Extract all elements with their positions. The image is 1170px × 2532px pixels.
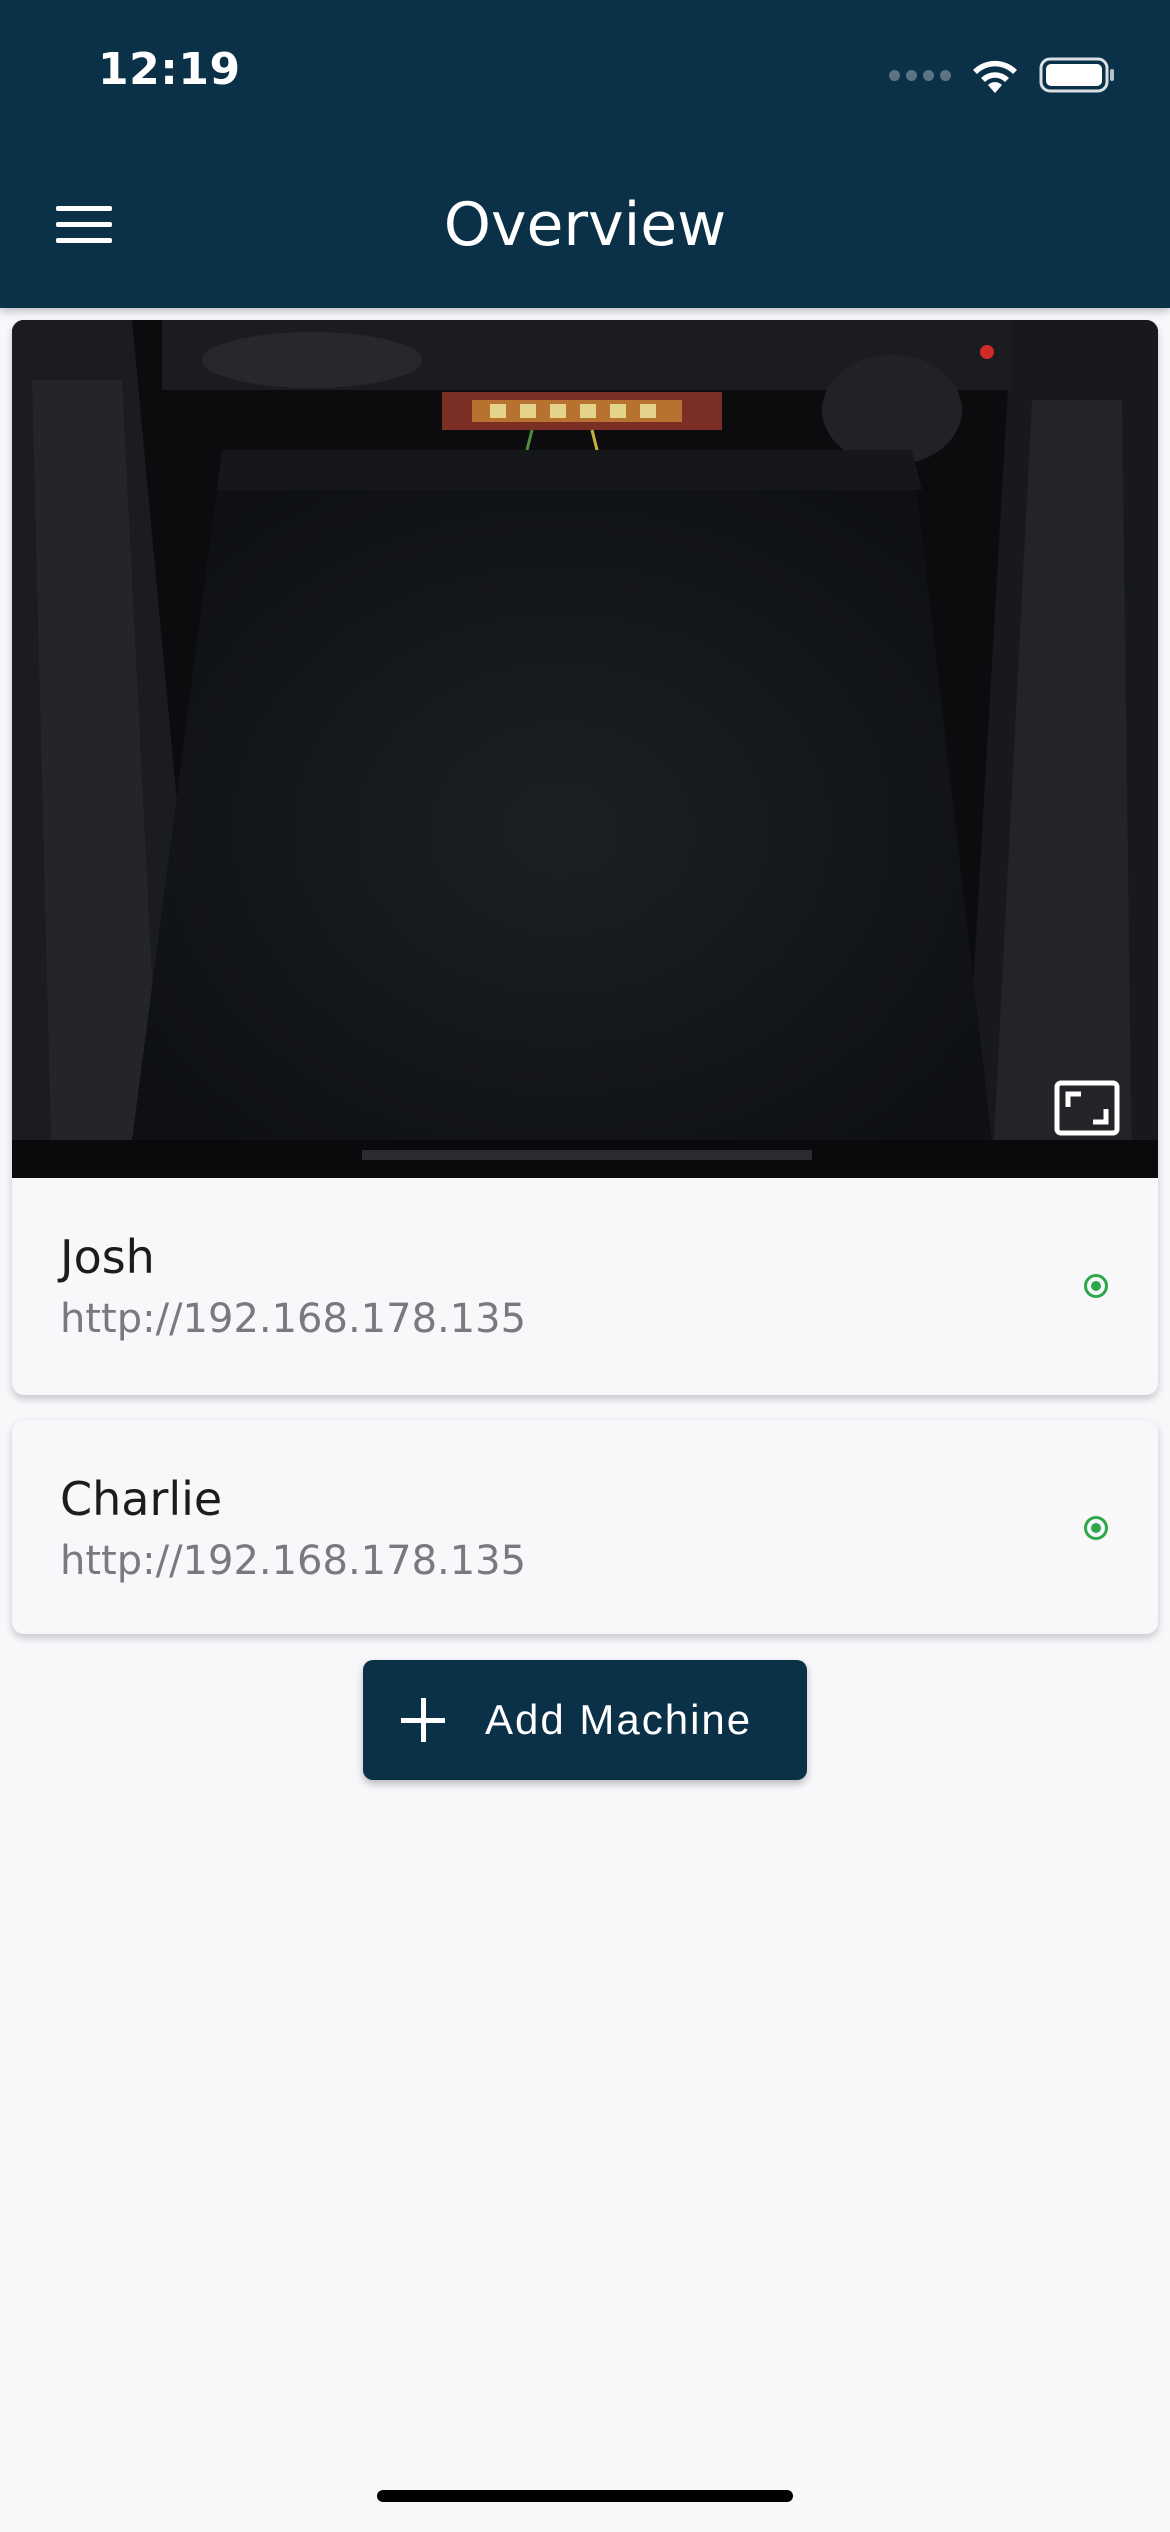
machine-card-charlie[interactable]: Charlie http://192.168.178.135 [12,1420,1158,1634]
add-machine-label: Add Machine [485,1696,753,1743]
app-header: 12:19 Overview [0,0,1170,308]
status-time: 12:19 [98,44,241,95]
page-title: Overview [443,190,727,260]
machine-url: http://192.168.178.135 [60,1296,527,1342]
machine-row-josh[interactable]: Josh http://192.168.178.135 [12,1178,1158,1395]
online-status-icon [1084,1274,1108,1298]
cellular-signal-icon [889,69,951,81]
machine-card-josh[interactable]: Josh http://192.168.178.135 [12,320,1158,1395]
home-indicator[interactable] [377,2490,793,2502]
machine-url: http://192.168.178.135 [60,1538,527,1584]
battery-icon [1039,55,1115,95]
machine-name: Josh [60,1230,155,1284]
status-icons [889,50,1115,100]
plus-icon [401,1698,445,1742]
add-machine-button[interactable]: Add Machine [363,1660,807,1780]
wifi-icon [969,55,1021,95]
online-status-icon [1084,1516,1108,1540]
webcam-view[interactable] [12,320,1158,1178]
machine-name: Charlie [60,1472,223,1526]
app-root: 12:19 Overview Josh http://192.168.178.1… [0,0,1170,2532]
fullscreen-icon[interactable] [1054,1080,1120,1136]
